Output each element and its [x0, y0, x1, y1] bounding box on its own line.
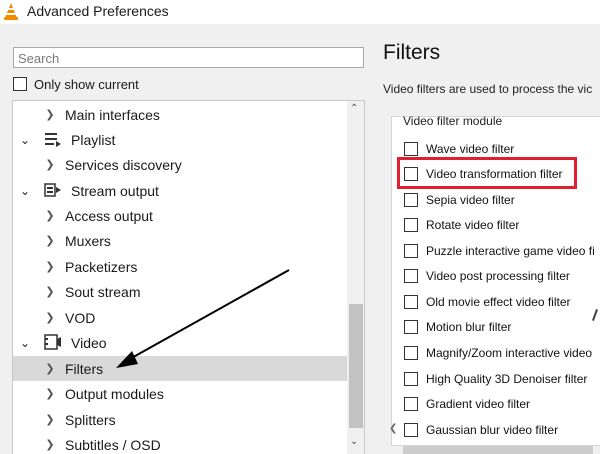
chevron-down-icon[interactable]: ⌄ [19, 336, 31, 350]
chevron-right-icon[interactable]: ❯ [44, 413, 56, 426]
tree-item-stream-output[interactable]: ⌄ Stream output [13, 178, 347, 203]
filter-checkbox-magnify[interactable]: Magnify/Zoom interactive video [404, 344, 592, 362]
filter-checkbox-motion-blur[interactable]: Motion blur filter [404, 318, 511, 336]
chevron-right-icon[interactable]: ❯ [44, 260, 56, 273]
window-title: Advanced Preferences [27, 3, 169, 19]
stream-output-icon [44, 183, 61, 197]
tree-item-label: Filters [65, 360, 104, 377]
scroll-left-icon[interactable]: ❮ [389, 423, 397, 434]
tree-item-filters[interactable]: ❯ Filters [13, 356, 347, 381]
filter-label: Wave video filter [426, 142, 515, 156]
tree-item-access-output[interactable]: ❯ Access output [13, 203, 347, 228]
filter-checkbox-gaussian-blur[interactable]: Gaussian blur video filter [404, 421, 558, 439]
search-input[interactable]: Search [13, 47, 364, 68]
checkbox-box[interactable] [404, 193, 418, 207]
tree-item-label: Output modules [65, 385, 164, 402]
highlight-annotation-box [397, 157, 577, 189]
tree-item-video[interactable]: ⌄ Video [13, 330, 347, 355]
filter-label: Puzzle interactive game video fi [426, 244, 595, 258]
scrollbar-thumb[interactable] [349, 304, 363, 428]
only-show-current-checkbox[interactable]: Only show current [13, 76, 139, 92]
filter-checkbox-gradient[interactable]: Gradient video filter [404, 395, 530, 413]
chevron-right-icon[interactable]: ❯ [44, 234, 56, 247]
checkbox-box[interactable] [404, 218, 418, 232]
tree-item-splitters[interactable]: ❯ Splitters [13, 407, 347, 432]
tree-item-label: Video [71, 334, 107, 351]
filter-label: Magnify/Zoom interactive video [426, 346, 593, 360]
tree-item-label: Playlist [71, 131, 116, 148]
chevron-right-icon[interactable]: ❯ [44, 108, 56, 121]
section-description: Video filters are used to process the vi… [383, 82, 593, 96]
tree-item-label: Access output [65, 207, 153, 224]
chevron-down-icon[interactable]: ⌄ [19, 184, 31, 198]
only-show-current-label: Only show current [34, 76, 139, 92]
title-bar: Advanced Preferences [0, 0, 600, 24]
tree-item-label: Splitters [65, 411, 116, 428]
filter-label: Motion blur filter [426, 320, 512, 334]
section-title: Filters [383, 41, 441, 64]
filter-label: Gradient video filter [426, 397, 531, 411]
filter-label: Video post processing filter [426, 269, 570, 283]
chevron-right-icon[interactable]: ❯ [44, 311, 56, 324]
playlist-icon [45, 133, 61, 147]
vlc-cone-icon [4, 3, 18, 20]
tree-item-label: Subtitles / OSD [65, 436, 161, 453]
checkbox-box[interactable] [13, 77, 27, 91]
group-label: Video filter module [403, 114, 503, 128]
filter-checkbox-old-movie[interactable]: Old movie effect video filter [404, 293, 571, 311]
tree-item-subtitles-osd[interactable]: ❯ Subtitles / OSD [13, 432, 347, 454]
checkbox-box[interactable] [404, 397, 418, 411]
checkbox-box[interactable] [404, 423, 418, 437]
tree-item-label: Sout stream [65, 283, 141, 300]
filter-label: High Quality 3D Denoiser filter [426, 372, 588, 386]
chevron-right-icon[interactable]: ❯ [44, 387, 56, 400]
tree-item-main-interfaces[interactable]: ❯ Main interfaces [13, 102, 347, 127]
filter-checkbox-post-processing[interactable]: Video post processing filter [404, 267, 570, 285]
chevron-right-icon[interactable]: ❯ [44, 362, 56, 375]
filter-label: Old movie effect video filter [426, 295, 571, 309]
scroll-up-icon[interactable]: ⌃ [350, 103, 358, 114]
scroll-down-icon[interactable]: ⌄ [350, 436, 358, 447]
chevron-right-icon[interactable]: ❯ [44, 158, 56, 171]
checkbox-box[interactable] [404, 244, 418, 258]
checkbox-box[interactable] [404, 320, 418, 334]
checkbox-box[interactable] [404, 372, 418, 386]
filter-checkbox-3d-denoiser[interactable]: High Quality 3D Denoiser filter [404, 370, 587, 388]
tree-item-sout-stream[interactable]: ❯ Sout stream [13, 279, 347, 304]
filter-label: Rotate video filter [426, 218, 520, 232]
chevron-right-icon[interactable]: ❯ [44, 209, 56, 222]
filter-checkbox-sepia[interactable]: Sepia video filter [404, 191, 515, 209]
filter-checkbox-rotate[interactable]: Rotate video filter [404, 216, 519, 234]
tree-item-label: Packetizers [65, 258, 138, 275]
chevron-right-icon[interactable]: ❯ [44, 438, 56, 451]
tree-item-services-discovery[interactable]: ❯ Services discovery [13, 152, 347, 177]
tree-item-muxers[interactable]: ❯ Muxers [13, 228, 347, 253]
preferences-tree[interactable]: ❯ Main interfaces ⌄ Playlist ❯ Services … [12, 100, 365, 454]
tree-item-playlist[interactable]: ⌄ Playlist [13, 127, 347, 152]
checkbox-box[interactable] [404, 142, 418, 156]
chevron-down-icon[interactable]: ⌄ [19, 133, 31, 147]
tree-item-packetizers[interactable]: ❯ Packetizers [13, 254, 347, 279]
horizontal-scrollbar-thumb[interactable] [403, 446, 593, 454]
filter-checkbox-wave[interactable]: Wave video filter [404, 140, 514, 158]
tree-scrollbar[interactable]: ⌃ ⌄ [347, 101, 364, 454]
tree-item-label: Main interfaces [65, 106, 160, 123]
tree-item-label: VOD [65, 309, 96, 326]
checkbox-box[interactable] [404, 346, 418, 360]
tree-item-label: Muxers [65, 232, 111, 249]
tree-item-label: Stream output [71, 182, 159, 199]
video-icon [44, 334, 61, 350]
tree-item-vod[interactable]: ❯ VOD [13, 305, 347, 330]
right-pane: Filters Video filters are used to proces… [375, 24, 600, 454]
filter-checkbox-puzzle[interactable]: Puzzle interactive game video fi [404, 242, 595, 260]
filter-label: Gaussian blur video filter [426, 423, 559, 437]
filter-label: Sepia video filter [426, 193, 515, 207]
checkbox-box[interactable] [404, 269, 418, 283]
checkbox-box[interactable] [404, 295, 418, 309]
tree-item-label: Services discovery [65, 156, 182, 173]
tree-item-output-modules[interactable]: ❯ Output modules [13, 381, 347, 406]
chevron-right-icon[interactable]: ❯ [44, 285, 56, 298]
